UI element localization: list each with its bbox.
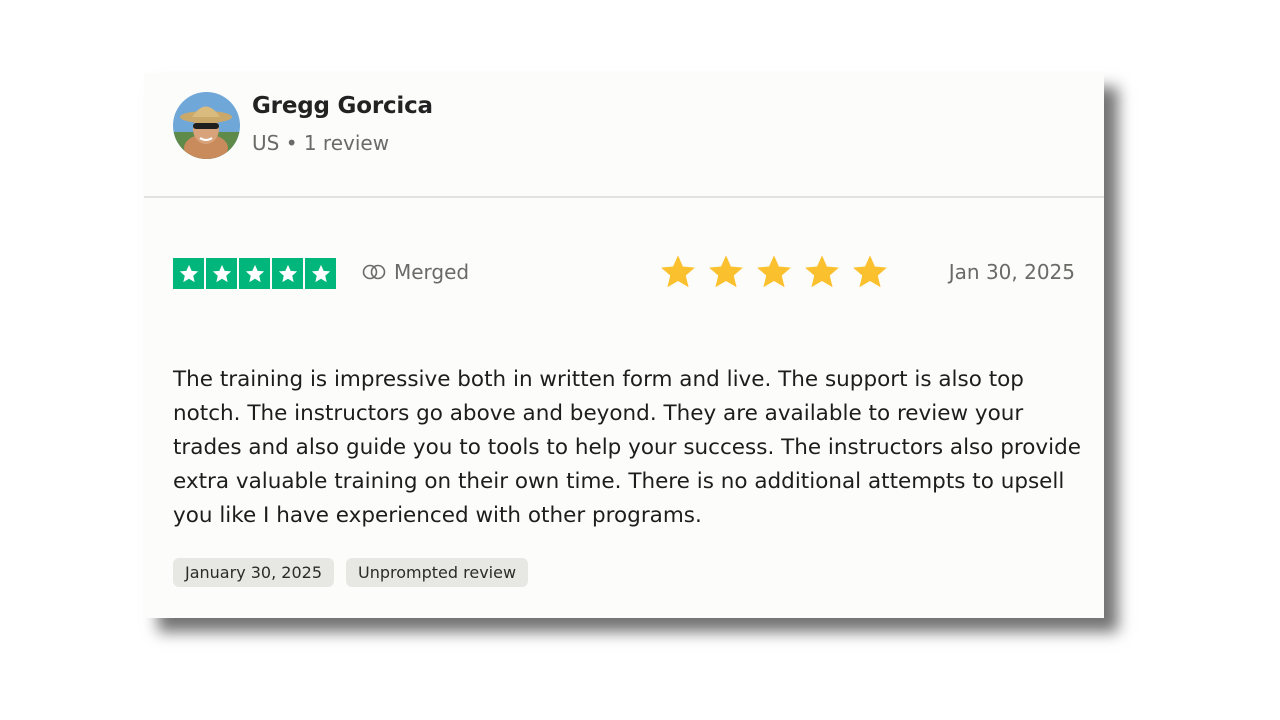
star-icon — [206, 258, 237, 289]
star-icon — [709, 255, 743, 288]
review-card: Gregg Gorcica US • 1 review Merged Jan 3… — [144, 73, 1104, 618]
review-text: The training is impressive both in writt… — [173, 367, 1081, 528]
star-icon — [661, 255, 695, 288]
reviewer-meta: US • 1 review — [252, 131, 390, 155]
merged-label: Merged — [394, 260, 470, 284]
merged-badge[interactable]: Merged — [362, 260, 469, 284]
reviewer-name[interactable]: Gregg Gorcica — [252, 93, 433, 119]
review-date: Jan 30, 2025 — [948, 260, 1075, 284]
star-icon — [305, 258, 336, 289]
star-icon — [173, 258, 204, 289]
unprompted-review-tag[interactable]: Unprompted review — [346, 558, 529, 587]
trustpilot-star-rating — [173, 258, 336, 289]
gold-star-rating — [659, 253, 889, 291]
star-icon — [805, 255, 839, 288]
star-icon — [272, 258, 303, 289]
review-tags: January 30, 2025 Unprompted review — [173, 558, 529, 587]
star-icon — [757, 255, 791, 288]
avatar[interactable] — [173, 92, 240, 159]
star-icon — [853, 255, 887, 288]
date-of-experience-tag: January 30, 2025 — [173, 558, 334, 587]
star-icon — [239, 258, 270, 289]
avatar-image — [173, 92, 240, 159]
merged-icon — [362, 264, 386, 280]
reviewer-header: Gregg Gorcica US • 1 review — [144, 73, 1104, 198]
